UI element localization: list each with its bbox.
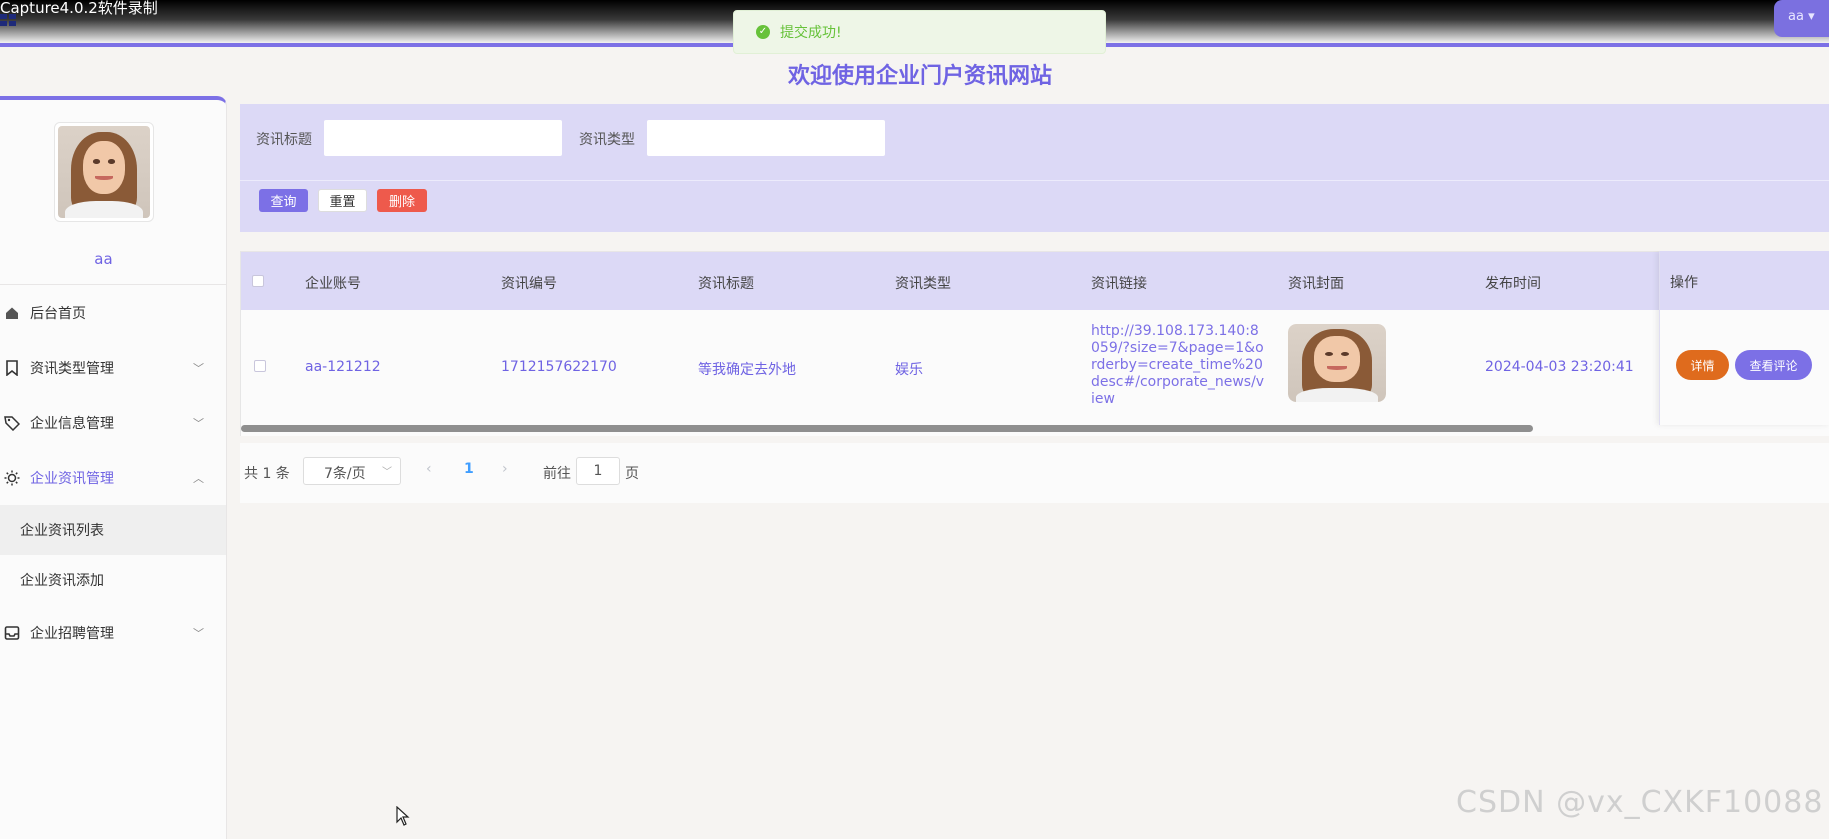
column-header: 资讯编号 [501,276,557,292]
cell-published: 2024-04-03 23:20:41 [1485,359,1634,375]
detail-button[interactable]: 详情 [1676,350,1729,380]
search-panel: 资讯标题 资讯类型 查询 重置 删除 [240,104,1829,232]
bookmark-icon [4,359,20,376]
type-filter-input[interactable] [646,119,886,157]
delete-button[interactable]: 删除 [377,189,427,212]
avatar [54,122,154,222]
sidebar-item-home[interactable]: 后台首页 [0,285,226,340]
avatar-image [58,126,150,218]
column-header: 资讯标题 [698,276,754,292]
grid-icon [0,14,16,26]
watermark: CSDN @vx_CXKF10088 [1456,785,1824,820]
user-menu[interactable]: aa ▾ [1774,0,1829,37]
column-header: 发布时间 [1485,276,1541,292]
operations-column: 操作 详情 查看评论 [1659,251,1829,425]
toast-message: 提交成功! [780,25,842,41]
pagination: 共 1 条 7条/页 ﹀ ‹ 1 › 前往 1 页 [240,443,1829,503]
type-filter-label: 资讯类型 [579,132,635,148]
select-all-checkbox[interactable] [252,275,264,287]
goto-page-input[interactable]: 1 [576,457,620,485]
cell-title: 等我确定去外地 [698,362,796,378]
next-page-icon[interactable]: › [502,461,508,477]
query-button[interactable]: 查询 [259,189,308,212]
sidebar-item-company-news[interactable]: 企业资讯管理 ︿ [0,450,226,505]
sidebar-item-label: 资讯类型管理 [30,360,114,377]
sidebar-item-recruitment[interactable]: 企业招聘管理 ﹀ [0,605,226,660]
search-divider [240,180,1829,181]
page-size-value: 7条/页 [324,466,366,482]
sidebar-item-company-info[interactable]: 企业信息管理 ﹀ [0,395,226,450]
column-header: 企业账号 [305,276,361,292]
column-header: 资讯封面 [1288,276,1344,292]
horizontal-scrollbar[interactable] [241,425,1533,432]
sidebar-item-news-type[interactable]: 资讯类型管理 ﹀ [0,340,226,395]
page-title: 欢迎使用企业门户资讯网站 [787,64,1052,89]
news-table: 企业账号 资讯编号 资讯标题 资讯类型 资讯链接 资讯封面 发布时间 aa-12… [240,251,1829,436]
column-header: 操作 [1660,251,1829,310]
chevron-down-icon: ﹀ [193,362,204,375]
reset-button[interactable]: 重置 [318,189,367,212]
chevron-down-icon: ﹀ [193,417,204,430]
row-checkbox[interactable] [254,360,266,372]
current-page[interactable]: 1 [464,461,474,477]
chevron-down-icon: ﹀ [382,467,392,478]
username: aa [94,250,113,268]
sidebar-subitem-news-list[interactable]: 企业资讯列表 [0,505,226,555]
total-count: 共 1 条 [244,466,290,482]
cell-link[interactable]: http://39.108.173.140:8059/?size=7&page=… [1091,323,1266,408]
tag-icon [4,415,20,431]
title-filter-label: 资讯标题 [256,132,312,148]
sidebar-item-label: 后台首页 [30,305,86,322]
page-suffix: 页 [625,466,639,482]
home-icon [4,305,20,321]
sidebar-item-label: 企业信息管理 [30,415,114,432]
cell-number: 1712157622170 [501,359,617,375]
check-circle-icon: ✓ [756,25,770,39]
cell-account: aa-121212 [305,359,381,375]
column-header: 资讯链接 [1091,276,1147,292]
operations-cell: 详情 查看评论 [1660,310,1829,425]
chevron-down-icon: ﹀ [193,627,204,640]
cell-cover-image [1288,324,1386,402]
success-toast: ✓ 提交成功! [733,10,1106,54]
prev-page-icon[interactable]: ‹ [426,461,432,477]
goto-label: 前往 [543,466,571,482]
title-filter-input[interactable] [323,119,563,157]
page-size-select[interactable]: 7条/页 ﹀ [303,457,401,485]
sun-icon [4,470,20,486]
sidebar-item-label: 企业招聘管理 [30,625,114,642]
chevron-up-icon: ︿ [193,472,204,485]
inbox-icon [4,625,20,641]
mouse-cursor-icon [396,805,410,830]
column-header: 资讯类型 [895,276,951,292]
capture-title: Capture4.0.2软件录制 [0,0,158,17]
sidebar-menu: 后台首页 资讯类型管理 ﹀ 企业信息管理 ﹀ 企业资讯管理 ︿ 企业资讯列表 企… [0,285,226,660]
sidebar: aa 后台首页 资讯类型管理 ﹀ 企业信息管理 ﹀ 企业资讯管理 ︿ 企业资讯列… [0,96,227,839]
sidebar-item-label: 企业资讯管理 [30,470,114,487]
table-header: 企业账号 资讯编号 资讯标题 资讯类型 资讯链接 资讯封面 发布时间 [241,251,1829,310]
sidebar-subitem-news-add[interactable]: 企业资讯添加 [0,555,226,605]
cell-type: 娱乐 [895,362,923,378]
view-comments-button[interactable]: 查看评论 [1735,350,1812,380]
